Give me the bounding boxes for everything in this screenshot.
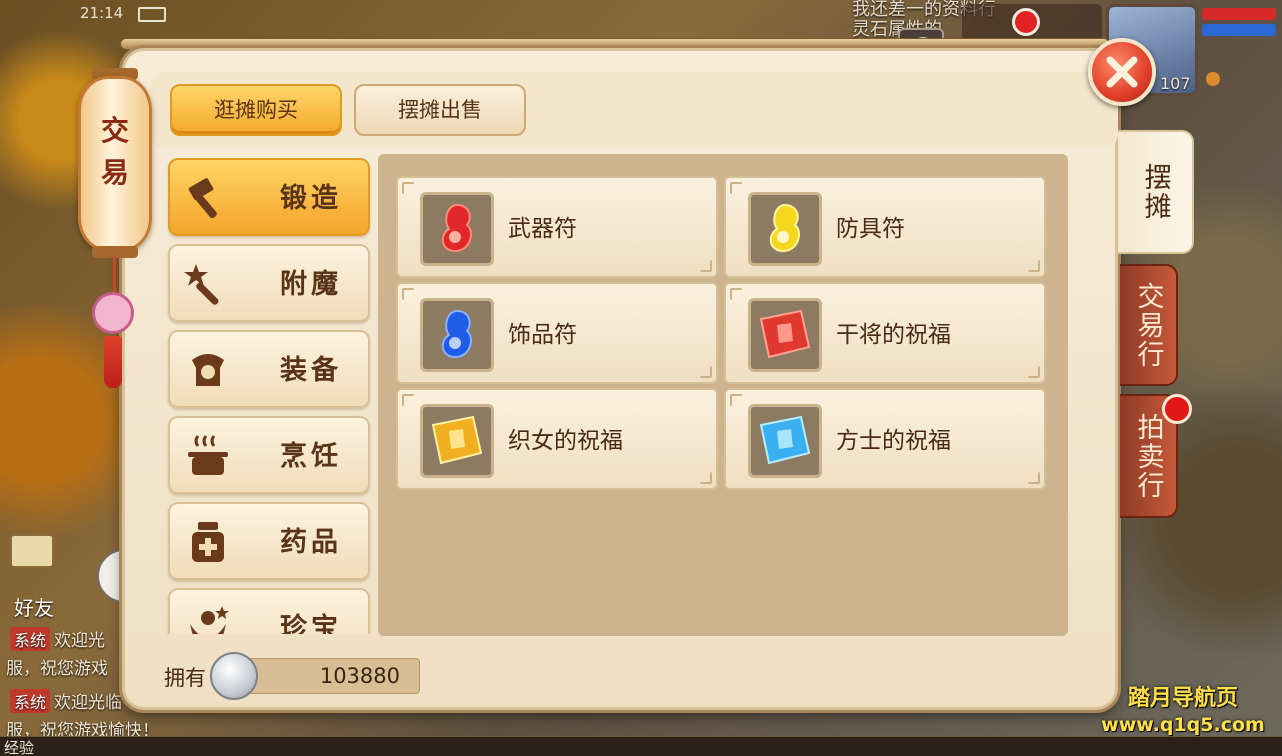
category-label: 锻造 xyxy=(280,183,342,214)
magic-wand-icon xyxy=(184,264,219,305)
gold-scroll-icon xyxy=(431,415,483,465)
currency-value: 103880 xyxy=(319,664,400,688)
friends-label[interactable]: 好友 xyxy=(14,592,54,621)
silver-coin-icon xyxy=(210,652,258,700)
item-name: 武器符 xyxy=(508,216,577,242)
exp-label: 经验 xyxy=(4,739,35,756)
treasure-icon xyxy=(190,606,229,634)
item-icon-frame xyxy=(748,298,822,372)
chat-line: 系统 欢迎光 xyxy=(0,626,105,651)
category-equipment[interactable]: 装备 xyxy=(168,330,370,408)
chat-tag-system: 系统 xyxy=(10,689,51,713)
category-forging[interactable]: 锻造 xyxy=(168,158,370,236)
category-list[interactable]: 锻造 附魔 装备 烹饪 药品 珍宝 xyxy=(164,156,376,634)
item-card[interactable]: 防具符 xyxy=(724,176,1046,278)
side-tab-stall[interactable]: 摆摊 xyxy=(1118,130,1194,254)
currency-label: 拥有 xyxy=(164,666,206,690)
chat-line: 服，祝您游戏 xyxy=(6,654,108,679)
item-name: 织女的祝福 xyxy=(508,428,623,454)
item-card[interactable]: 饰品符 xyxy=(396,282,718,384)
panel-title: 交易 xyxy=(100,114,129,189)
red-talisman-icon xyxy=(441,203,472,253)
item-card[interactable]: 方士的祝福 xyxy=(724,388,1046,490)
tab-browse-buy[interactable]: 逛摊购买 xyxy=(170,84,342,136)
category-label: 装备 xyxy=(280,355,342,386)
close-icon xyxy=(1106,56,1138,88)
item-icon-frame xyxy=(420,404,494,478)
notification-dot xyxy=(1162,394,1192,424)
item-card[interactable]: 武器符 xyxy=(396,176,718,278)
category-treasure[interactable]: 珍宝 xyxy=(168,588,370,634)
clock: 21:14 xyxy=(80,4,124,22)
chat-text: 欢迎光 xyxy=(54,631,106,651)
item-card[interactable]: 织女的祝福 xyxy=(396,388,718,490)
tab-stall-sell[interactable]: 摆摊出售 xyxy=(354,84,526,136)
item-icon-frame xyxy=(748,192,822,266)
exp-bar: 经验 xyxy=(0,736,1282,756)
player-level: 107 xyxy=(1160,74,1191,93)
armor-icon xyxy=(192,354,224,386)
item-name: 防具符 xyxy=(836,216,905,242)
mp-bar xyxy=(1202,24,1276,36)
mail-icon[interactable] xyxy=(10,534,54,568)
yellow-talisman-icon xyxy=(769,203,800,253)
lantern-tassel xyxy=(104,336,122,388)
lantern-charm-icon xyxy=(92,292,134,334)
watermark-title: 踏月导航页 xyxy=(1127,686,1238,711)
record-icon[interactable] xyxy=(1012,8,1040,36)
item-card[interactable]: 干将的祝福 xyxy=(724,282,1046,384)
category-cooking[interactable]: 烹饪 xyxy=(168,416,370,494)
category-label: 药品 xyxy=(280,527,342,558)
side-tab-trading-house[interactable]: 交易行 xyxy=(1120,264,1178,386)
category-label: 珍宝 xyxy=(280,613,342,634)
close-button[interactable] xyxy=(1088,38,1156,106)
item-icon-frame xyxy=(420,192,494,266)
blue-talisman-icon xyxy=(441,309,472,359)
medicine-bottle-icon xyxy=(192,522,224,562)
chat-line: 系统 欢迎光临 xyxy=(0,688,122,713)
item-icon-frame xyxy=(748,404,822,478)
item-name: 干将的祝福 xyxy=(836,322,951,348)
item-icon-frame xyxy=(420,298,494,372)
watermark: 踏月导航页 www.q1q5.com xyxy=(1090,680,1276,736)
hammer-icon xyxy=(188,178,217,219)
chat-text: 服，祝您游戏 xyxy=(6,659,108,679)
category-enchant[interactable]: 附魔 xyxy=(168,244,370,322)
battery-icon xyxy=(138,7,166,22)
item-name: 饰品符 xyxy=(508,322,577,348)
watermark-url: www.q1q5.com xyxy=(1101,714,1265,736)
blue-scroll-icon xyxy=(759,415,811,465)
hp-bar xyxy=(1202,8,1276,20)
category-medicine[interactable]: 药品 xyxy=(168,502,370,580)
category-label: 附魔 xyxy=(280,269,342,300)
item-name: 方士的祝福 xyxy=(836,428,951,454)
chat-tag-system: 系统 xyxy=(10,627,51,651)
pearl-icon xyxy=(1206,72,1220,86)
cooking-pot-icon xyxy=(188,435,228,475)
category-label: 烹饪 xyxy=(280,441,342,472)
chat-text: 欢迎光临 xyxy=(54,693,123,713)
red-scroll-icon xyxy=(759,309,811,359)
